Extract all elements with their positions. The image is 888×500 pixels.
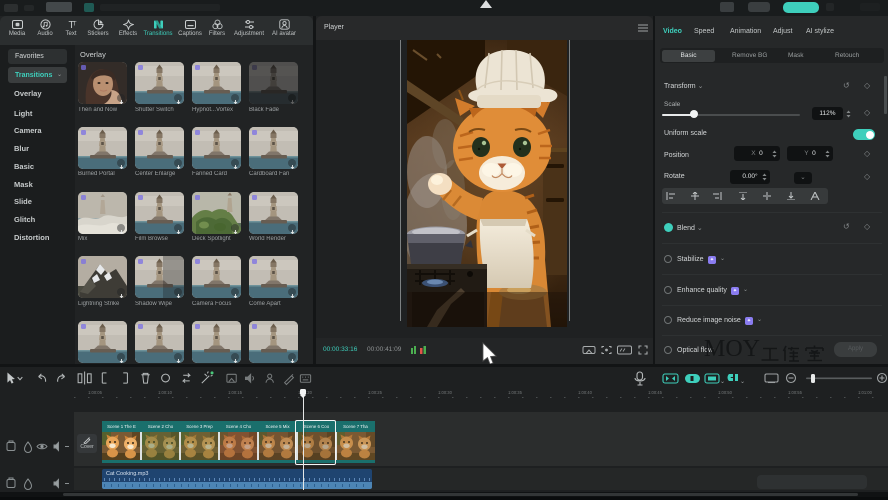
svg-text:T: T: [72, 22, 76, 28]
svg-text:⌄: ⌄: [740, 379, 745, 385]
svg-text:⌄: ⌄: [720, 379, 725, 385]
